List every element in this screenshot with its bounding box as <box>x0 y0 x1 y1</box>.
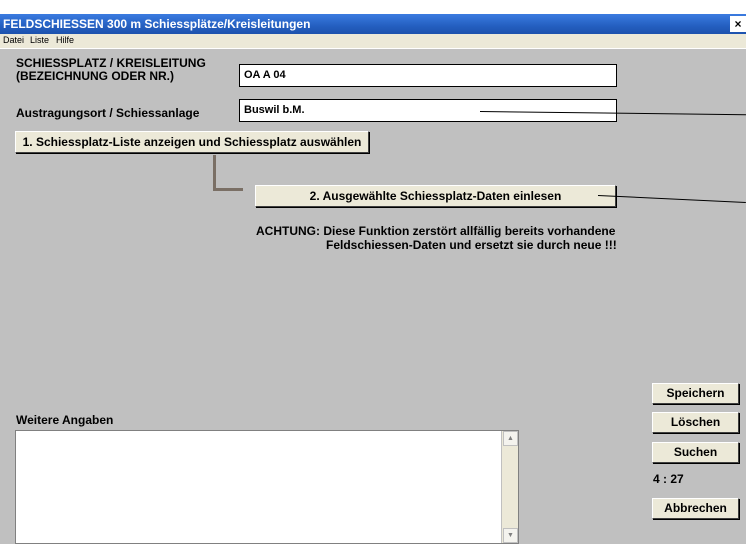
cancel-button[interactable]: Abbrechen <box>652 498 739 519</box>
menu-bar: Datei Liste Hilfe <box>0 34 746 48</box>
austragungsort-field[interactable]: Buswil b.M. <box>239 99 617 122</box>
connector-horizontal <box>213 188 243 191</box>
record-counter: 4 : 27 <box>653 472 684 486</box>
menu-item-datei[interactable]: Datei <box>3 35 24 45</box>
main-panel: SCHIESSPLATZ / KREISLEITUNG (BEZEICHNUNG… <box>0 48 746 544</box>
connector-vertical <box>213 155 216 191</box>
menu-item-hilfe[interactable]: Hilfe <box>56 35 74 45</box>
read-data-button[interactable]: 2. Ausgewählte Schiessplatz-Daten einles… <box>255 185 616 207</box>
warning-line1: ACHTUNG: Diese Funktion zerstört allfäll… <box>256 224 616 238</box>
close-icon[interactable]: × <box>730 16 746 32</box>
delete-button[interactable]: Löschen <box>652 412 739 433</box>
weitere-angaben-label: Weitere Angaben <box>16 413 114 427</box>
schiessplatz-field[interactable]: OA A 04 <box>239 64 617 87</box>
save-button[interactable]: Speichern <box>652 383 739 404</box>
pointer-line-read <box>597 195 746 203</box>
austragungsort-label: Austragungsort / Schiessanlage <box>16 106 200 120</box>
weitere-angaben-textarea[interactable]: ▲ ▼ <box>15 430 519 544</box>
warning-line2: Feldschiessen-Daten und ersetzt sie durc… <box>326 238 617 252</box>
scroll-down-icon[interactable]: ▼ <box>503 528 518 543</box>
menu-item-liste[interactable]: Liste <box>30 35 49 45</box>
show-list-button[interactable]: 1. Schiessplatz-Liste anzeigen und Schie… <box>15 131 369 153</box>
schiessplatz-label-line1: SCHIESSPLATZ / KREISLEITUNG <box>16 56 206 70</box>
search-button[interactable]: Suchen <box>652 442 739 463</box>
scroll-up-icon[interactable]: ▲ <box>503 431 518 446</box>
schiessplatz-label-line2: (BEZEICHNUNG ODER NR.) <box>16 69 174 83</box>
title-bar: FELDSCHIESSEN 300 m Schiessplätze/Kreisl… <box>0 14 746 34</box>
textarea-scrollbar[interactable]: ▲ ▼ <box>501 431 518 543</box>
window-title: FELDSCHIESSEN 300 m Schiessplätze/Kreisl… <box>3 17 311 31</box>
